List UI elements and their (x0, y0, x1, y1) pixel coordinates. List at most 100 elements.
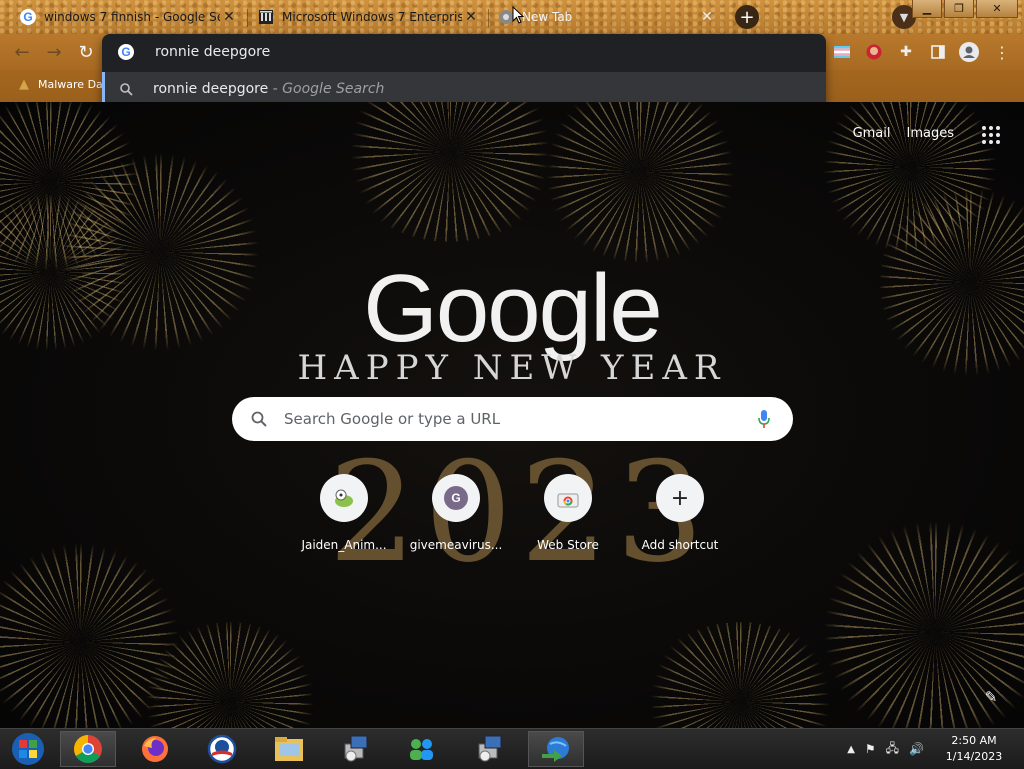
reload-icon: ↻ (78, 41, 94, 63)
shortcut-label: Web Store (537, 538, 599, 552)
plus-icon: + (656, 474, 704, 522)
new-tab-button[interactable]: + (735, 5, 759, 29)
plus-icon: + (739, 6, 755, 28)
extension-avatar-icon[interactable] (864, 42, 884, 62)
network-icon[interactable]: 🖧 (886, 739, 899, 760)
search-box[interactable] (232, 397, 793, 441)
taskbar-explorer[interactable] (261, 731, 317, 767)
title-bar: G windows 7 finnish - Google Search ✕ Mi… (0, 0, 1024, 34)
extensions-puzzle-icon[interactable]: ✚ (896, 42, 916, 62)
clock[interactable]: 2:50 AM 1/14/2023 (938, 733, 1010, 765)
bookmark-label: Malware Dat (38, 77, 108, 91)
web-store-icon (544, 474, 592, 522)
suggestion-suffix: - Google Search (268, 81, 385, 97)
shortcut-jaiden[interactable]: Jaiden_Anim... (288, 474, 400, 552)
shortcut-web-store[interactable]: Web Store (512, 474, 624, 552)
search-icon (118, 81, 134, 97)
letter-g-icon: G (432, 474, 480, 522)
museum-icon (258, 9, 274, 25)
system-tray: ▲ ⚑ 🖧 🔊 (847, 729, 924, 769)
close-window-button[interactable]: ✕ (976, 0, 1018, 18)
microphone-icon[interactable] (757, 409, 771, 429)
suggestion-query: ronnie deepgore (153, 81, 269, 97)
tab-close-icon[interactable]: ✕ (698, 8, 716, 26)
taskbar: ▲ ⚑ 🖧 🔊 2:50 AM 1/14/2023 (0, 728, 1024, 769)
messenger-icon (410, 739, 433, 760)
tab-close-icon[interactable]: ✕ (220, 8, 238, 26)
tab-title: Microsoft Windows 7 Enterprise (282, 10, 462, 24)
header-links: Gmail Images (853, 126, 954, 141)
omnibox-dropdown: G ronnie deepgore - Google Search (102, 34, 826, 108)
google-apps-icon[interactable] (982, 126, 1000, 144)
taskbar-network-app[interactable] (528, 731, 584, 767)
volume-icon[interactable]: 🔊 (909, 742, 924, 756)
suggestion-text: ronnie deepgore - Google Search (153, 81, 384, 97)
firework-decoration (540, 102, 740, 262)
taskbar-installer-2[interactable] (462, 731, 518, 767)
google-icon: G (118, 44, 134, 60)
installer-icon (344, 735, 368, 762)
restore-icon: ❐ (954, 2, 964, 15)
google-icon: G (20, 9, 36, 25)
close-icon: ✕ (992, 2, 1002, 15)
mouse-cursor-icon (512, 6, 524, 24)
taskbar-messenger[interactable] (393, 731, 449, 767)
tab-google-search[interactable]: G windows 7 finnish - Google Search ✕ (4, 2, 244, 32)
taskbar-installer[interactable] (328, 731, 384, 767)
profile-icon[interactable] (959, 42, 979, 62)
letter-avatar: G (444, 486, 468, 510)
bookmark-malware-data[interactable]: ▲ Malware Dat (16, 76, 107, 92)
obama-logo-icon (207, 734, 237, 764)
clock-date: 1/14/2023 (945, 750, 1003, 763)
jaiden-icon (320, 474, 368, 522)
customize-pencil-icon[interactable]: ✎ (982, 688, 1000, 706)
chevron-down-icon: ▼ (899, 10, 909, 24)
firefox-icon (142, 736, 168, 762)
clock-time: 2:50 AM (951, 734, 997, 747)
taskbar-chrome[interactable] (60, 731, 116, 767)
new-tab-page: 2023 Gmail Images Google HAPPY NEW YEAR … (0, 102, 1024, 728)
shortcut-add[interactable]: + Add shortcut (624, 474, 736, 552)
shortcut-label: Add shortcut (641, 538, 719, 552)
tab-title: New Tab (522, 10, 573, 24)
doodle-caption: HAPPY NEW YEAR (297, 348, 727, 388)
bookmark-star-icon: ▲ (19, 76, 29, 92)
installer-icon (478, 735, 502, 762)
omnibox-suggestion[interactable]: ronnie deepgore - Google Search (102, 72, 826, 106)
arrow-left-icon: ← (14, 41, 30, 63)
maximize-button[interactable]: ❐ (944, 0, 974, 18)
arrow-right-icon: → (46, 41, 62, 63)
taskbar-firefox[interactable] (127, 731, 183, 767)
reload-button[interactable]: ↻ (74, 40, 98, 64)
start-button[interactable] (0, 731, 56, 767)
shortcut-givemeavirus[interactable]: G givemeavirus... (400, 474, 512, 552)
taskbar-obama[interactable] (194, 731, 250, 767)
shortcut-label: Jaiden_Anim... (301, 538, 387, 552)
minimize-icon: ▁ (922, 2, 932, 15)
tab-windows-enterprise[interactable]: Microsoft Windows 7 Enterprise ✕ (242, 2, 486, 32)
gmail-link[interactable]: Gmail (853, 126, 891, 141)
folder-icon (275, 737, 303, 761)
tab-title: windows 7 finnish - Google Search (44, 10, 220, 24)
omnibox-input-row: G (102, 34, 826, 70)
address-bar-input[interactable] (153, 43, 757, 61)
minimize-button[interactable]: ▁ (912, 0, 942, 18)
search-input[interactable] (282, 409, 746, 429)
chrome-icon (74, 735, 102, 763)
window-controls: ▁ ❐ ✕ (910, 0, 1018, 18)
shortcut-label: givemeavirus... (409, 538, 503, 552)
search-icon (250, 410, 268, 428)
back-button[interactable]: ← (10, 40, 34, 64)
tab-close-icon[interactable]: ✕ (462, 8, 480, 26)
windows-start-icon (12, 733, 44, 765)
extension-flag-icon[interactable] (832, 42, 852, 62)
forward-button[interactable]: → (42, 40, 66, 64)
menu-kebab-icon[interactable]: ⋮ (992, 42, 1012, 62)
show-hidden-icons-icon[interactable]: ▲ (847, 744, 855, 755)
firework-decoration (640, 622, 840, 728)
globe-arrow-icon (542, 737, 569, 762)
action-center-flag-icon[interactable]: ⚑ (865, 742, 876, 756)
firework-decoration (340, 102, 560, 242)
images-link[interactable]: Images (907, 126, 955, 141)
side-panel-icon[interactable] (928, 42, 948, 62)
